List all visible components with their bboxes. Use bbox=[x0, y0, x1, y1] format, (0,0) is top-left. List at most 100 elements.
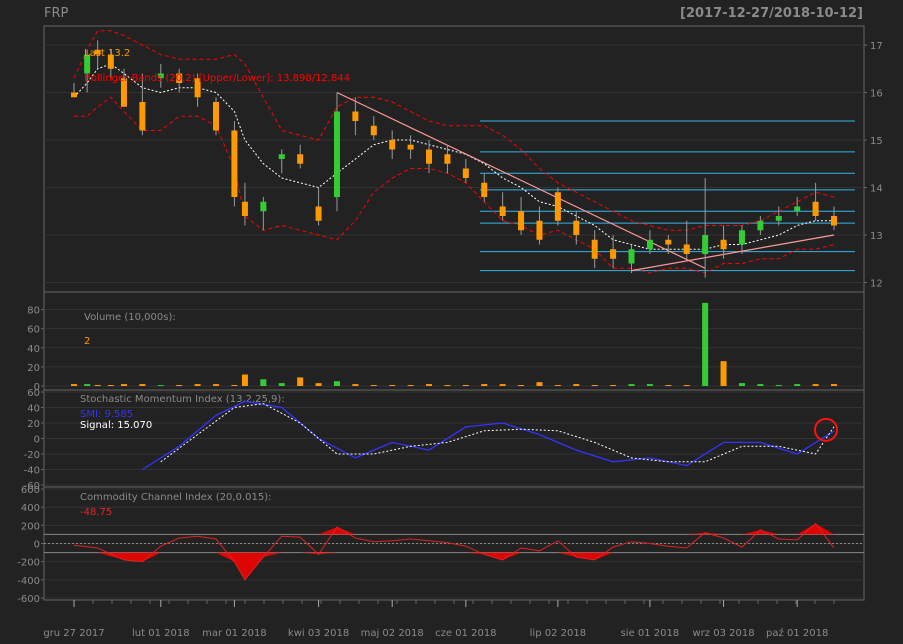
volume-bar bbox=[241, 374, 248, 386]
candle-body bbox=[444, 154, 451, 164]
volume-bar bbox=[407, 385, 414, 387]
x-tick-label: maj 02 2018 bbox=[361, 628, 424, 639]
volume-bar bbox=[426, 384, 433, 386]
y-tick-label-volume: 20 bbox=[27, 363, 40, 374]
candle-body bbox=[665, 239, 672, 245]
x-tick-label: lip 02 2018 bbox=[530, 628, 586, 639]
volume-bar bbox=[610, 385, 617, 387]
y-tick-label-cci: -200 bbox=[17, 558, 40, 569]
candle-body bbox=[738, 230, 745, 245]
y-tick-label-price: 12 bbox=[870, 279, 883, 290]
volume-bar bbox=[213, 384, 220, 386]
candle-body bbox=[628, 249, 635, 264]
x-tick-label: sie 01 2018 bbox=[621, 628, 680, 639]
volume-bar bbox=[462, 385, 469, 387]
volume-bar bbox=[444, 385, 451, 387]
candle-body bbox=[775, 216, 782, 221]
volume-bar bbox=[591, 385, 598, 387]
smi-value-label: SMI: 9.585 bbox=[80, 409, 133, 420]
volume-bar bbox=[120, 384, 127, 386]
volume-bar bbox=[481, 384, 488, 386]
y-tick-label-cci: 400 bbox=[21, 503, 40, 514]
last-price-label: Last 13.2 bbox=[84, 48, 130, 59]
y-tick-label-volume: 40 bbox=[27, 344, 40, 355]
y-tick-label-cci: -400 bbox=[17, 576, 40, 587]
volume-bar bbox=[370, 385, 377, 387]
y-tick-label-cci: -600 bbox=[17, 594, 40, 605]
candle-body bbox=[389, 140, 396, 150]
volume-bar bbox=[536, 382, 543, 386]
candle-body bbox=[646, 239, 653, 250]
volume-bar bbox=[720, 361, 727, 386]
volume-bar bbox=[260, 379, 267, 386]
candle-body bbox=[278, 154, 285, 159]
volume-bar bbox=[665, 385, 672, 387]
volume-bar bbox=[628, 384, 635, 386]
y-tick-label-smi: 0 bbox=[34, 435, 40, 446]
candle-body bbox=[71, 92, 77, 98]
volume-bar bbox=[352, 384, 359, 386]
candle-body bbox=[720, 239, 727, 250]
x-tick-label: gru 27 2017 bbox=[43, 628, 104, 639]
volume-bar bbox=[757, 384, 764, 386]
volume-bar bbox=[573, 384, 580, 386]
candle-body bbox=[499, 206, 506, 216]
volume-bar bbox=[94, 385, 101, 387]
y-tick-label-smi: -20 bbox=[24, 450, 40, 461]
candle-body bbox=[683, 244, 690, 254]
volume-bar bbox=[389, 385, 396, 387]
volume-bar bbox=[775, 385, 782, 387]
volume-bar bbox=[194, 384, 201, 386]
y-tick-label-volume: 80 bbox=[27, 306, 40, 317]
candle-body bbox=[231, 130, 238, 197]
bollinger-legend: Bollinger Bands (20,2) [Upper/Lower]: 13… bbox=[84, 73, 350, 84]
y-tick-label-smi: 60 bbox=[27, 388, 40, 399]
volume-bar bbox=[738, 383, 745, 386]
x-tick-label: lut 01 2018 bbox=[132, 628, 190, 639]
candle-body bbox=[573, 220, 580, 235]
candle-body bbox=[831, 216, 837, 226]
volume-bar bbox=[157, 385, 164, 387]
candle-body bbox=[260, 201, 267, 212]
candle-body bbox=[352, 111, 359, 121]
candle-body bbox=[518, 211, 525, 231]
volume-bar bbox=[831, 384, 837, 386]
volume-bar bbox=[231, 385, 238, 387]
candle-body bbox=[139, 102, 146, 131]
volume-bar bbox=[554, 385, 561, 387]
volume-bar bbox=[176, 385, 183, 387]
candle-body bbox=[812, 201, 819, 216]
x-tick-label: mar 01 2018 bbox=[202, 628, 267, 639]
x-tick-label: wrz 03 2018 bbox=[693, 628, 755, 639]
candle-body bbox=[241, 201, 248, 216]
volume-bar bbox=[333, 381, 340, 386]
cci-title: Commodity Channel Index (20,0.015): bbox=[80, 492, 272, 503]
x-tick-label: kwi 03 2018 bbox=[288, 628, 349, 639]
candle-body bbox=[554, 192, 561, 221]
candle-body bbox=[702, 235, 709, 254]
volume-bar bbox=[518, 385, 525, 387]
volume-bar bbox=[794, 384, 801, 386]
candle-body bbox=[536, 220, 543, 240]
volume-bar bbox=[84, 384, 91, 386]
volume-last-value: 2 bbox=[84, 336, 90, 347]
candle-body bbox=[591, 239, 598, 259]
candle-body bbox=[462, 168, 469, 178]
panel-volume bbox=[43, 291, 865, 391]
candle-body bbox=[297, 154, 304, 164]
y-tick-label-volume: 60 bbox=[27, 325, 40, 336]
volume-title: Volume (10,000s): bbox=[84, 312, 176, 323]
signal-value-label: Signal: 15.070 bbox=[80, 420, 152, 431]
candle-body bbox=[407, 144, 414, 150]
volume-bar bbox=[683, 385, 690, 387]
volume-bar bbox=[646, 384, 653, 386]
volume-bar bbox=[71, 384, 77, 386]
x-tick-label: cze 01 2018 bbox=[435, 628, 496, 639]
y-tick-label-price: 13 bbox=[870, 231, 883, 242]
volume-bar bbox=[499, 384, 506, 386]
chart-canvas: 121314151617020406080-60-40-200204060-60… bbox=[17, 25, 883, 639]
y-tick-label-price: 14 bbox=[870, 184, 883, 195]
candle-body bbox=[333, 111, 340, 197]
y-tick-label-smi: 20 bbox=[27, 419, 40, 430]
candle-body bbox=[481, 182, 488, 197]
